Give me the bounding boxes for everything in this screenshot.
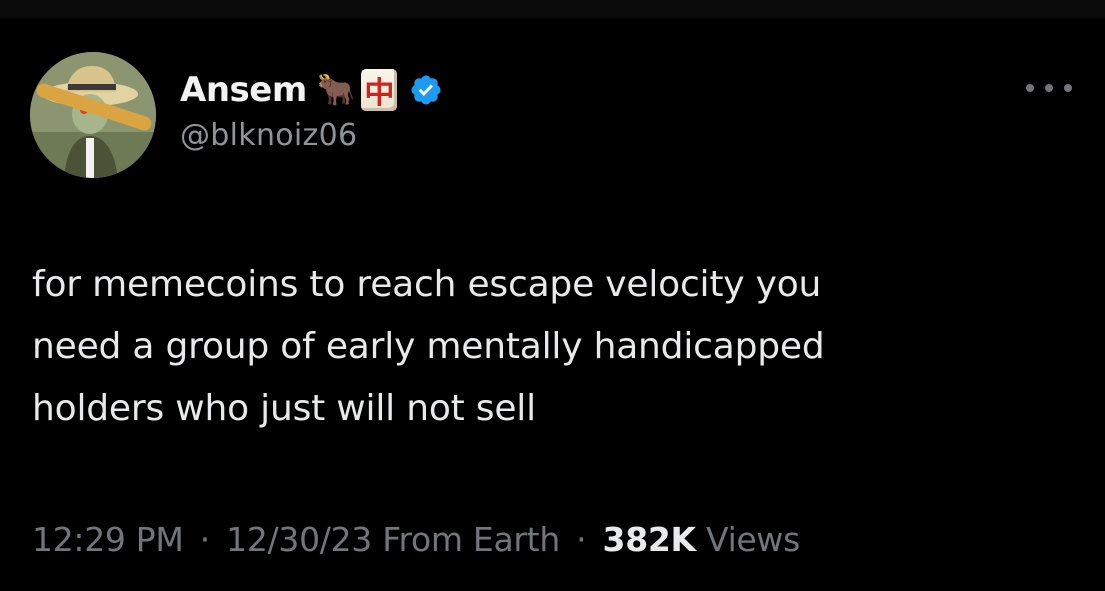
views-count[interactable]: 382K [603, 520, 697, 559]
mahjong-red-dragon-icon: 中 [361, 69, 398, 111]
avatar[interactable] [30, 52, 156, 178]
views-label: Views [706, 520, 801, 559]
tweet-line: for memecoins to reach escape velocity y… [32, 264, 822, 305]
tweet-line: holders who just will not sell [32, 388, 536, 429]
more-dot [1064, 84, 1072, 92]
tweet-date[interactable]: 12/30/23 [226, 520, 372, 559]
meta-separator: · [199, 520, 211, 559]
tweet-meta: 12:29 PM · 12/30/23 From Earth · 382K Vi… [32, 520, 800, 559]
more-dot [1026, 84, 1034, 92]
tweet-body: for memecoins to reach escape velocity y… [32, 254, 1052, 440]
verified-badge-icon[interactable] [409, 73, 443, 107]
author-handle[interactable]: @blknoiz06 [180, 118, 357, 153]
tweet-location: From Earth [382, 520, 560, 559]
author-display-name[interactable]: Ansem [180, 70, 307, 110]
tweet-card: Ansem 🐂 中 @blknoiz06 for memecoins to re… [0, 0, 1105, 591]
tweet-time[interactable]: 12:29 PM [32, 520, 184, 559]
more-dot [1045, 84, 1053, 92]
ox-emoji-icon: 🐂 [316, 71, 356, 108]
author-name-row: Ansem 🐂 中 [180, 68, 443, 112]
meta-separator: · [576, 520, 587, 559]
tweet-line: need a group of early mentally handicapp… [32, 326, 825, 367]
more-options-icon[interactable] [1026, 76, 1072, 100]
